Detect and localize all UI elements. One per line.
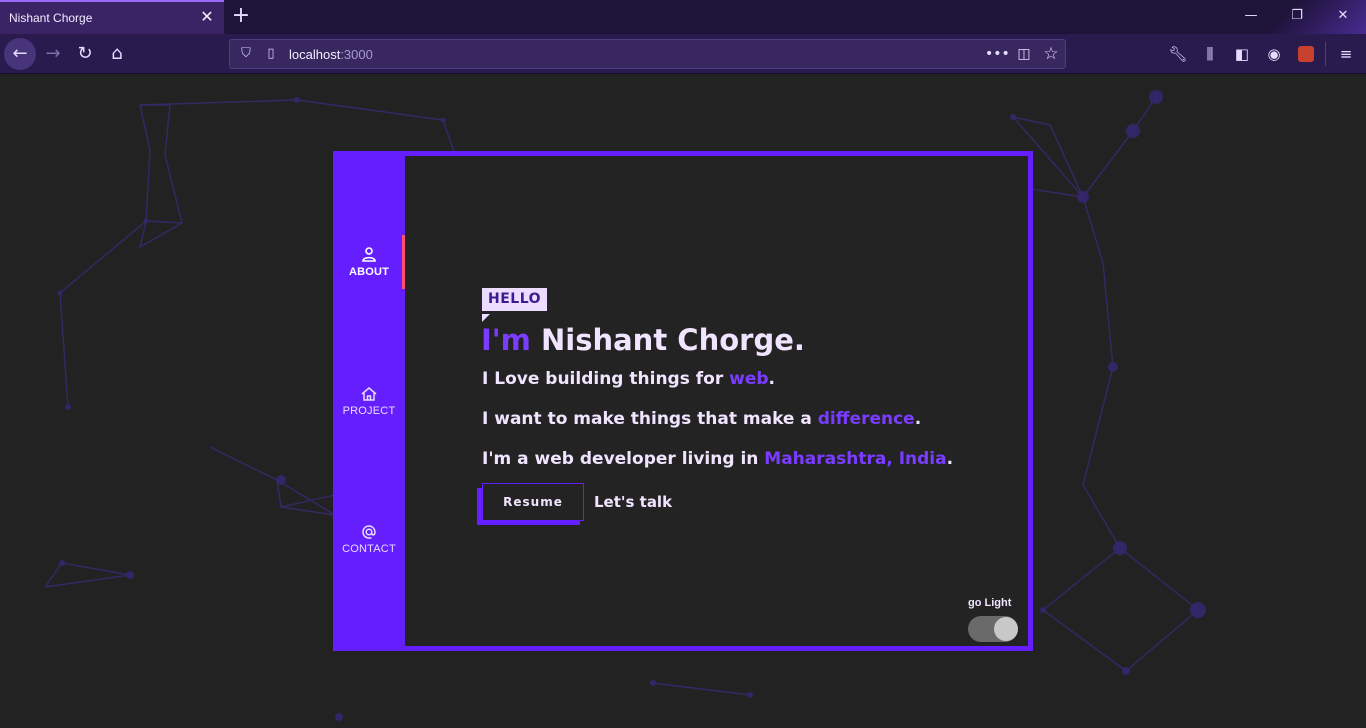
page-viewport: ABOUT PROJECT CONTACT HELLO I'm Nishant …	[0, 75, 1366, 728]
line-text: I'm a web developer living in	[482, 449, 765, 469]
hello-badge: HELLO	[482, 288, 548, 311]
theme-toggle[interactable]	[968, 616, 1018, 642]
theme-toggle-knob[interactable]	[994, 617, 1018, 641]
content-frame	[405, 151, 1033, 651]
resume-button[interactable]: Resume	[482, 483, 584, 521]
home-icon	[361, 387, 377, 401]
browser-tab-bar: Nishant Chorge ✕ + — ❐ ✕	[0, 0, 1366, 34]
restore-button[interactable]: ❐	[1274, 0, 1320, 32]
menu-icon[interactable]: ≡	[1334, 42, 1358, 66]
person-icon	[362, 247, 376, 262]
sidebar-item-contact[interactable]: CONTACT	[333, 523, 405, 579]
toolbar-divider	[1325, 42, 1326, 66]
extension-icon[interactable]	[1294, 42, 1318, 66]
intro-line-web: I Love building things for web.	[482, 369, 775, 389]
more-icon[interactable]: •••	[985, 44, 1010, 64]
line-highlight: web	[729, 369, 769, 389]
tab-close-icon[interactable]: ✕	[198, 8, 216, 26]
page-icon[interactable]: ▯	[263, 46, 279, 62]
portfolio-card: ABOUT PROJECT CONTACT HELLO I'm Nishant …	[333, 151, 1033, 651]
line-highlight: Maharashtra, India	[764, 449, 947, 469]
home-icon[interactable]: ⌂	[101, 38, 133, 70]
shield-icon[interactable]: ⛉	[238, 46, 254, 62]
line-text-end: .	[914, 409, 922, 429]
line-text-end: .	[768, 369, 776, 389]
extension-badge	[1298, 46, 1314, 62]
library-icon[interactable]: ⫼	[1198, 42, 1222, 66]
new-tab-button[interactable]: +	[231, 4, 251, 28]
sidebar-item-label: ABOUT	[348, 266, 390, 278]
line-highlight: difference	[817, 409, 915, 429]
hello-badge-tail	[482, 314, 490, 322]
intro-line-location: I'm a web developer living in Maharashtr…	[482, 449, 953, 469]
sidebar-nav: ABOUT PROJECT CONTACT	[333, 151, 405, 651]
tab-title: Nishant Chorge	[9, 11, 93, 25]
address-bar[interactable]: ⛉ ▯ localhost:3000 ••• ◫ ☆	[229, 39, 1066, 69]
account-icon[interactable]: ◉	[1262, 42, 1286, 66]
theme-toggle-label: go Light	[968, 597, 1012, 609]
browser-toolbar: ← → ↻ ⌂ ⛉ ▯ localhost:3000 ••• ◫ ☆ 🔧︎ ⫼ …	[0, 34, 1366, 74]
sidebar-item-project[interactable]: PROJECT	[333, 385, 405, 441]
name-text: Nishant Chorge.	[541, 323, 805, 357]
forward-icon[interactable]: →	[37, 38, 69, 70]
page-title: I'm Nishant Chorge.	[481, 323, 805, 357]
line-text-end: .	[946, 449, 954, 469]
url-port: :3000	[340, 47, 373, 62]
window-close-button[interactable]: ✕	[1320, 0, 1366, 32]
greeting-prefix: I'm	[481, 323, 531, 357]
lets-talk-link[interactable]: Let's talk	[594, 493, 672, 511]
sidebar-item-about[interactable]: ABOUT	[333, 246, 405, 302]
line-text: I Love building things for	[482, 369, 730, 389]
sidebar-icon[interactable]: ◧	[1230, 42, 1254, 66]
browser-tab[interactable]: Nishant Chorge ✕	[0, 0, 224, 34]
pocket-icon[interactable]: ◫	[1013, 44, 1035, 64]
minimize-button[interactable]: —	[1228, 0, 1274, 32]
intro-line-difference: I want to make things that make a differ…	[482, 409, 921, 429]
url-text[interactable]: localhost:3000	[289, 47, 373, 62]
at-icon	[362, 525, 376, 539]
star-icon[interactable]: ☆	[1040, 43, 1062, 65]
wrench-icon[interactable]: 🔧︎	[1166, 42, 1190, 66]
sidebar-item-label: PROJECT	[342, 405, 396, 417]
sidebar-item-label: CONTACT	[342, 543, 396, 555]
reload-icon[interactable]: ↻	[69, 38, 101, 70]
line-text: I want to make things that make a	[482, 409, 818, 429]
back-icon[interactable]: ←	[4, 38, 36, 70]
url-host: localhost	[289, 47, 341, 62]
